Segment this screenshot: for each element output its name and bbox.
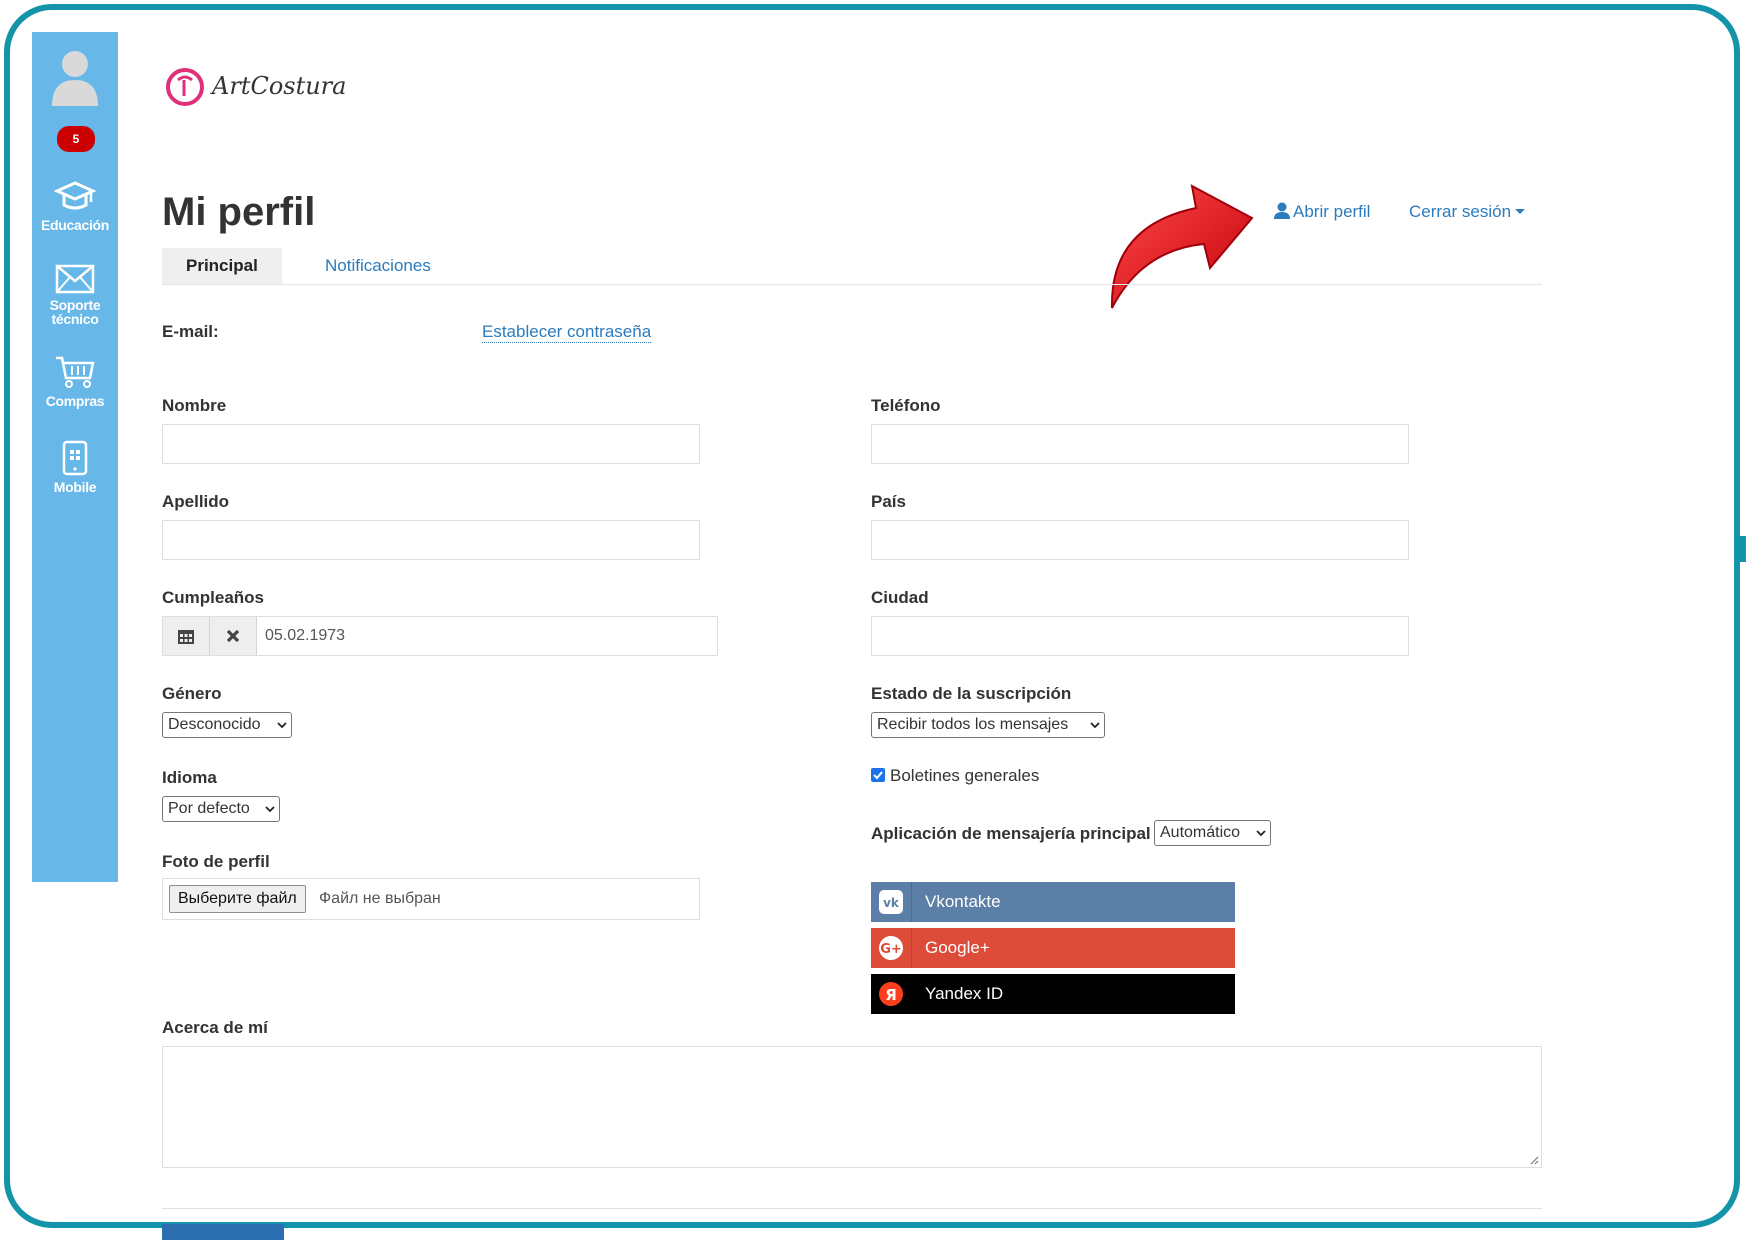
sidebar: 5 Educación Soporte técnico Compras Mobi… [32,32,118,882]
logout-dropdown[interactable]: Cerrar sesión [1409,202,1526,222]
nombre-label: Nombre [162,396,227,415]
messenger-select-value: Automático [1160,824,1241,841]
graduation-cap-icon [54,181,96,210]
google-plus-icon: G+ [879,936,903,960]
calendar-icon [178,630,194,644]
ciudad-input[interactable] [871,616,1409,656]
page-title: Mi perfil [162,190,316,234]
vk-icon: vk [879,890,903,914]
close-icon [226,629,240,643]
yandex-icon-wrap: Я [871,974,912,1014]
subscription-select-value: Recibir todos los mensajes [877,716,1069,733]
red-arrow-annotation [1110,184,1254,309]
pais-label: País [871,492,906,511]
telefono-input[interactable] [871,424,1409,464]
acerca-label: Acerca de mí [162,1018,268,1037]
newsletter-checkbox[interactable] [871,768,885,782]
chevron-down-icon [277,722,287,729]
chevron-down-icon [265,806,275,813]
logout-label: Cerrar sesión [1409,202,1512,221]
clear-date-button[interactable] [210,617,257,655]
tab-principal[interactable]: Principal [162,248,282,284]
pais-input[interactable] [871,520,1409,560]
sidebar-item-mobile[interactable]: Mobile [32,440,118,494]
open-profile-label: Abrir perfil [1293,202,1371,221]
divider [162,1208,1542,1209]
yandex-icon: Я [879,982,903,1006]
file-status: Файл не выбран [319,890,441,907]
vkontakte-label: Vkontakte [925,892,1001,911]
newsletter-label: Boletines generales [890,766,1040,785]
checkmark-icon [873,771,883,780]
google-icon-wrap: G+ [871,928,912,968]
svg-text:vk: vk [883,896,900,910]
email-label: E-mail: [162,322,219,341]
sidebar-item-label: Compras [45,393,105,409]
avatar-icon[interactable] [50,46,100,106]
logo-text: ArtCostura [212,72,347,100]
yandex-id-button[interactable]: Я Yandex ID [871,974,1235,1014]
envelope-icon [55,264,95,294]
save-button[interactable] [162,1224,284,1240]
google-plus-label: Google+ [925,938,990,957]
telefono-label: Teléfono [871,396,941,415]
yandex-id-label: Yandex ID [925,984,1004,1003]
choose-file-button[interactable]: Выберите файл [169,885,306,913]
nombre-input[interactable] [162,424,700,464]
logo-emblem-icon [166,68,204,106]
idioma-label: Idioma [162,768,217,787]
gender-select-value: Desconocido [168,716,261,733]
svg-text:G+: G+ [880,942,902,957]
set-password-link[interactable]: Establecer contraseña [482,322,652,343]
messenger-select[interactable]: Automático [1154,820,1271,846]
resize-handle-icon[interactable] [1529,1155,1539,1165]
logo[interactable]: ArtCostura [164,66,364,112]
apellido-input[interactable] [162,520,700,560]
open-profile-link[interactable]: Abrir perfil [1274,202,1370,222]
vk-icon-wrap: vk [871,882,912,922]
profile-tabs: Principal Notificaciones [162,248,1542,285]
cumpleanos-label: Cumpleaños [162,588,265,607]
sidebar-item-soporte[interactable]: Soporte técnico [32,264,118,326]
sidebar-item-educacion[interactable]: Educación [32,180,118,232]
chevron-down-icon [1090,722,1100,729]
messenger-label: Aplicación de mensajería principal [871,824,1151,843]
sidebar-item-compras[interactable]: Compras [32,354,118,408]
genero-label: Género [162,684,222,703]
mobile-icon [62,440,88,476]
subscription-select[interactable]: Recibir todos los mensajes [871,712,1105,738]
sidebar-item-label: Mobile [53,479,97,495]
birthday-input-group: 05.02.1973 [162,616,718,656]
calendar-button[interactable] [163,617,210,655]
birthday-value[interactable]: 05.02.1973 [265,627,345,645]
caret-down-icon [1515,209,1526,214]
profile-photo-input: Выберите файл Файл не выбран [162,878,700,920]
google-plus-button[interactable]: G+ Google+ [871,928,1235,968]
about-textarea[interactable] [162,1046,1542,1168]
gender-select[interactable]: Desconocido [162,712,292,738]
chevron-down-icon [1256,830,1266,837]
foto-label: Foto de perfil [162,852,270,871]
language-select-value: Por defecto [168,800,250,817]
svg-text:Я: Я [885,986,897,1004]
sidebar-item-label: Soporte técnico [49,297,101,327]
cart-icon [56,356,95,388]
apellido-label: Apellido [162,492,230,511]
ciudad-label: Ciudad [871,588,929,607]
frame-edge-mark [1740,536,1746,562]
user-icon [1274,202,1290,219]
suscripcion-label: Estado de la suscripción [871,684,1072,703]
tab-notificaciones[interactable]: Notificaciones [301,248,455,284]
language-select[interactable]: Por defecto [162,796,280,822]
vkontakte-button[interactable]: vk Vkontakte [871,882,1235,922]
notification-badge[interactable]: 5 [57,126,95,152]
sidebar-item-label: Educación [40,217,110,233]
